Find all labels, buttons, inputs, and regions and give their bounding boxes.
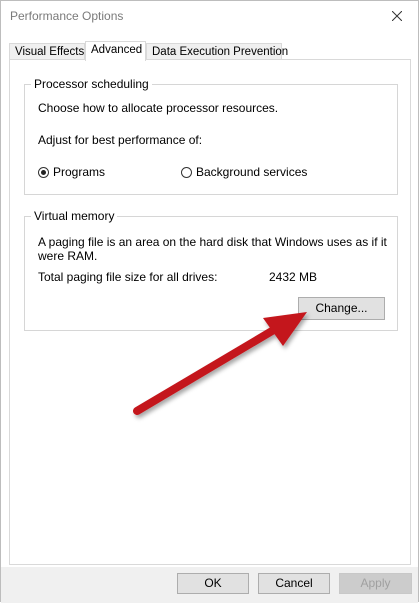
performance-options-window: Performance Options Visual Effects Advan… <box>0 0 419 603</box>
processor-scheduling-group: Processor scheduling Choose how to alloc… <box>24 77 398 195</box>
programs-label: Programs <box>53 165 106 179</box>
processor-description: Choose how to allocate processor resourc… <box>38 101 279 115</box>
dialog-footer: OK Cancel Apply <box>1 567 418 603</box>
total-paging-label: Total paging file size for all drives: <box>38 270 218 284</box>
title-bar: Performance Options <box>1 1 418 33</box>
close-button[interactable] <box>378 1 418 31</box>
programs-radio[interactable] <box>38 166 49 178</box>
ok-button[interactable]: OK <box>177 573 249 594</box>
virtual-memory-legend: Virtual memory <box>31 209 118 223</box>
background-services-option[interactable]: Background services <box>181 165 307 179</box>
tab-data-execution-prevention[interactable]: Data Execution Prevention <box>146 43 288 60</box>
adjust-label: Adjust for best performance of: <box>38 133 203 147</box>
programs-option[interactable]: Programs <box>38 165 105 179</box>
processor-scheduling-legend: Processor scheduling <box>31 77 152 91</box>
paging-description-line1: A paging file is an area on the hard dis… <box>38 235 387 249</box>
close-icon <box>392 11 402 21</box>
virtual-memory-group: Virtual memory A paging file is an area … <box>24 209 398 331</box>
cancel-button[interactable]: Cancel <box>258 573 330 594</box>
tab-advanced[interactable]: Advanced <box>85 41 146 61</box>
background-services-label: Background services <box>196 165 308 179</box>
tab-visual-effects[interactable]: Visual Effects <box>9 43 85 60</box>
change-button[interactable]: Change... <box>298 297 385 320</box>
paging-description-line2: were RAM. <box>38 249 98 263</box>
window-title: Performance Options <box>10 9 124 23</box>
background-services-radio[interactable] <box>181 166 192 178</box>
advanced-tab-panel: Processor scheduling Choose how to alloc… <box>9 59 411 565</box>
total-paging-value: 2432 MB <box>269 270 318 284</box>
apply-button: Apply <box>339 573 412 594</box>
